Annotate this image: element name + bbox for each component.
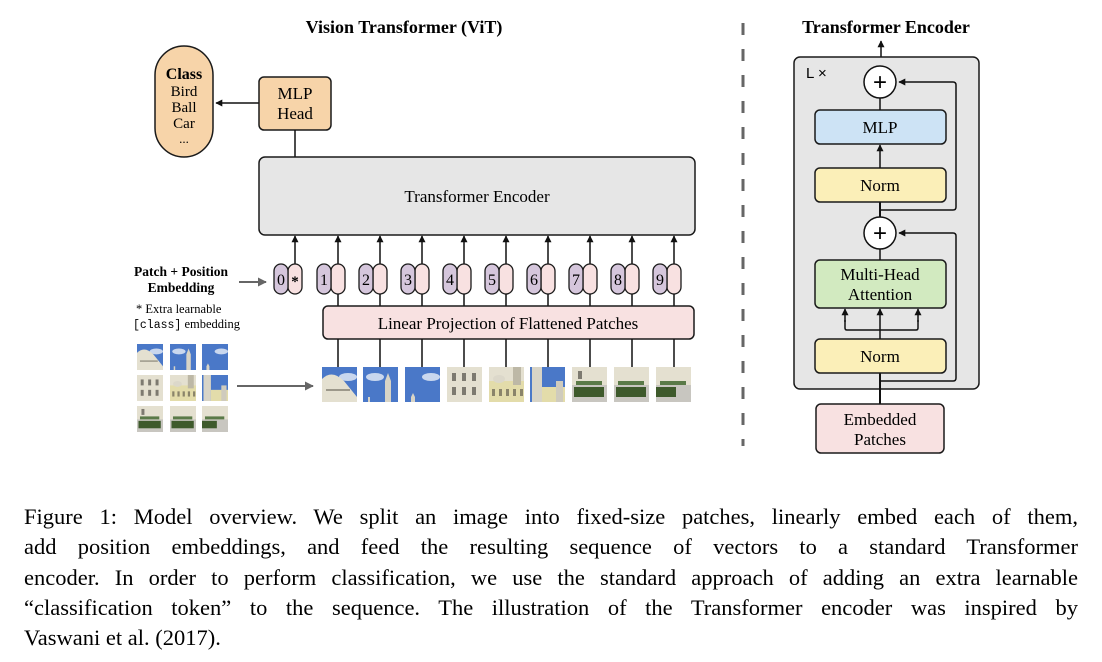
embedded-patches-block: Embedded Patches bbox=[815, 403, 945, 454]
embedding-label-1: Patch + Position bbox=[134, 264, 228, 279]
figure-caption: Figure 1: Model overview. We split an im… bbox=[24, 502, 1078, 653]
plus-icon: + bbox=[873, 220, 887, 247]
input-image-grid bbox=[137, 344, 228, 432]
mlp-label: MLP bbox=[863, 118, 898, 137]
linear-projection-box: Linear Projection of Flattened Patches bbox=[322, 305, 695, 340]
image-patch bbox=[137, 406, 163, 432]
embedded-label-2: Patches bbox=[854, 430, 906, 449]
patch-embedding-pill bbox=[456, 263, 472, 295]
position-index: 7 bbox=[572, 272, 580, 289]
encoder-detail-title: Transformer Encoder bbox=[802, 17, 970, 37]
position-index: 5 bbox=[488, 272, 496, 289]
class-heading: Class bbox=[166, 66, 202, 83]
position-index: 0 bbox=[277, 272, 285, 289]
image-patch bbox=[202, 344, 228, 370]
token-sequence: 0 * 1 2 3 4 5 6 7 8 9 bbox=[273, 235, 682, 306]
caption-line: “classification token” to the sequence. … bbox=[24, 594, 1078, 620]
token-2: 2 bbox=[358, 235, 388, 306]
token-1: 1 bbox=[316, 235, 346, 306]
class-output-box: Class Bird Ball Car ... bbox=[154, 45, 214, 158]
position-index: 1 bbox=[320, 272, 328, 289]
image-patch bbox=[202, 375, 228, 401]
footnote-rest: embedding bbox=[181, 317, 240, 331]
image-patch bbox=[447, 367, 482, 402]
flattened-patch-row bbox=[322, 339, 691, 402]
embedded-label-1: Embedded bbox=[844, 410, 917, 429]
image-patch bbox=[170, 406, 196, 432]
patch-embedding-pill bbox=[372, 263, 388, 295]
footnote-code: [class] bbox=[133, 319, 181, 332]
caption-line: Figure 1: Model overview. We split an im… bbox=[24, 504, 1078, 529]
position-index: 9 bbox=[656, 272, 664, 289]
image-patch bbox=[405, 367, 440, 402]
mlp-head-label-1: MLP bbox=[278, 84, 313, 103]
image-patch bbox=[137, 375, 163, 401]
patch-embedding-pill bbox=[330, 263, 346, 295]
position-index: 3 bbox=[404, 272, 412, 289]
patch-embedding-pill bbox=[666, 263, 682, 295]
caption-line: encoder. In order to perform classificat… bbox=[24, 564, 1078, 590]
norm-label-2: Norm bbox=[860, 176, 900, 195]
token-9: 9 bbox=[652, 235, 682, 306]
norm-block-1: Norm bbox=[814, 338, 947, 374]
norm-block-2: Norm bbox=[814, 167, 947, 203]
norm-label-1: Norm bbox=[860, 347, 900, 366]
token-0: 0 * bbox=[273, 235, 303, 295]
linear-projection-label: Linear Projection of Flattened Patches bbox=[378, 314, 639, 333]
token-3: 3 bbox=[400, 235, 430, 306]
token-8: 8 bbox=[610, 235, 640, 306]
image-patch bbox=[202, 406, 228, 432]
position-index: 2 bbox=[362, 272, 370, 289]
mlp-head-box: MLP Head bbox=[258, 76, 332, 131]
repeat-label: L × bbox=[806, 65, 827, 82]
residual-add-2: + bbox=[863, 65, 897, 99]
image-patch bbox=[363, 367, 398, 402]
token-5: 5 bbox=[484, 235, 514, 306]
vit-figure: Vision Transformer (ViT) Class Bird Ball… bbox=[133, 17, 980, 454]
image-patch bbox=[572, 367, 607, 402]
footnote-line-2: [class] embedding bbox=[133, 317, 241, 332]
multi-head-attention-block: Multi-Head Attention bbox=[814, 259, 947, 309]
image-patch bbox=[530, 367, 565, 402]
image-patch bbox=[170, 344, 196, 370]
image-patch bbox=[614, 367, 649, 402]
token-7: 7 bbox=[568, 235, 598, 306]
class-item: ... bbox=[179, 131, 189, 146]
attention-label-2: Attention bbox=[848, 285, 913, 304]
embedding-label-2: Embedding bbox=[148, 280, 215, 295]
token-4: 4 bbox=[442, 235, 472, 306]
position-index: 6 bbox=[530, 272, 538, 289]
patch-embedding-pill bbox=[540, 263, 556, 295]
attention-label-1: Multi-Head bbox=[840, 265, 920, 284]
class-item: Ball bbox=[172, 100, 197, 116]
patch-embedding-pill bbox=[498, 263, 514, 295]
transformer-encoder-label: Transformer Encoder bbox=[404, 187, 550, 206]
mlp-head-label-2: Head bbox=[277, 104, 313, 123]
caption-line: Vaswani et al. (2017). bbox=[24, 625, 221, 651]
image-patch bbox=[656, 367, 691, 402]
patch-embedding-pill bbox=[414, 263, 430, 295]
class-token-marker: * bbox=[291, 274, 299, 290]
image-patch bbox=[322, 367, 357, 402]
class-item: Bird bbox=[171, 84, 198, 100]
patch-embedding-pill bbox=[582, 263, 598, 295]
mlp-block: MLP bbox=[814, 109, 947, 145]
position-index: 8 bbox=[614, 272, 622, 289]
image-patch bbox=[137, 344, 163, 370]
patch-embedding-pill bbox=[624, 263, 640, 295]
transformer-encoder-box: Transformer Encoder bbox=[258, 156, 696, 236]
vit-title: Vision Transformer (ViT) bbox=[306, 17, 503, 38]
token-6: 6 bbox=[526, 235, 556, 306]
caption-line: add position embeddings, and feed the re… bbox=[24, 534, 1078, 560]
plus-icon: + bbox=[873, 69, 887, 96]
image-patch bbox=[170, 375, 196, 401]
image-patch bbox=[489, 367, 524, 402]
footnote-line-1: * Extra learnable bbox=[136, 302, 222, 316]
position-index: 4 bbox=[446, 272, 454, 289]
class-item: Car bbox=[173, 116, 195, 132]
residual-add-1: + bbox=[863, 216, 897, 250]
